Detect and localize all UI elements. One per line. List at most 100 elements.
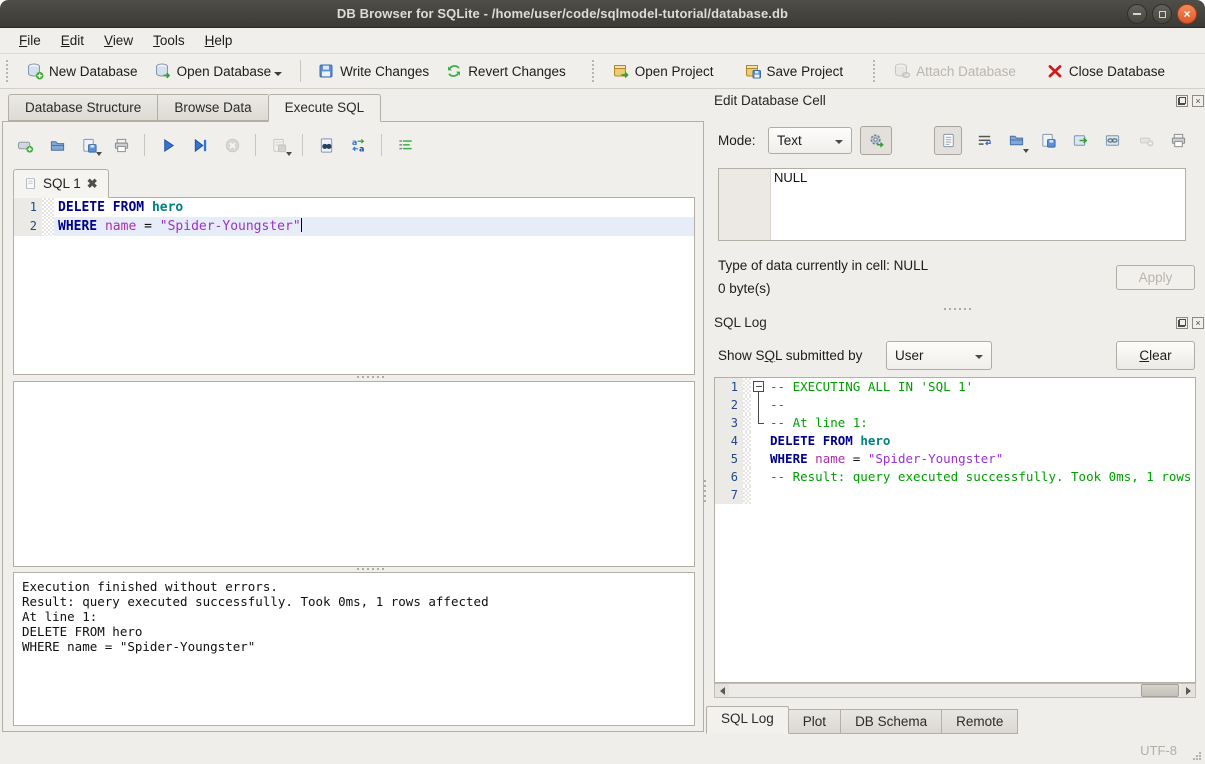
save-sql-file-button[interactable] (75, 132, 103, 158)
open-database-dropdown-caret-icon[interactable] (274, 72, 282, 76)
close-database-icon (1046, 62, 1064, 80)
open-project-button[interactable]: Open Project (604, 58, 722, 84)
scroll-right-button[interactable] (1181, 684, 1195, 697)
tab-plot[interactable]: Plot (789, 709, 841, 734)
code-line[interactable]: 2WHERE name = "Spider-Youngster" (14, 217, 694, 236)
save-results-dropdown-caret-icon[interactable] (286, 152, 292, 156)
set-null-button[interactable] (1132, 126, 1160, 155)
open-database-button[interactable]: Open Database (146, 58, 293, 84)
tab-database-structure[interactable]: Database Structure (8, 94, 157, 121)
code-line[interactable]: 5WHERE name = "Spider-Youngster" (715, 450, 1195, 468)
sql-editor-tab-close-icon[interactable]: ✖ (87, 176, 98, 192)
resize-grip[interactable] (1192, 751, 1202, 761)
maximize-button[interactable] (1152, 4, 1172, 24)
menu-tools[interactable]: Tools (144, 30, 194, 51)
code-line[interactable]: 7 (715, 486, 1195, 504)
title-bar[interactable]: DB Browser for SQLite - /home/user/code/… (0, 0, 1205, 28)
revert-changes-button[interactable]: Revert Changes (437, 58, 574, 84)
fold-marker-icon (751, 414, 766, 432)
sql-editor[interactable]: 1DELETE FROM hero2WHERE name = "Spider-Y… (13, 197, 695, 375)
close-database-label: Close Database (1069, 64, 1165, 79)
main-toolbar: New Database Open Database Write Changes… (0, 54, 1205, 89)
code-line[interactable]: 1DELETE FROM hero (14, 198, 694, 217)
print-cell-button[interactable] (1164, 126, 1192, 155)
scroll-left-button[interactable] (715, 684, 729, 697)
open-in-external-button[interactable] (1066, 126, 1094, 155)
open-sql-file-button[interactable] (43, 132, 71, 158)
import-dropdown-caret-icon[interactable] (1023, 149, 1029, 153)
code-text: WHERE name = "Spider-Youngster" (54, 217, 694, 236)
print-sql-button[interactable] (107, 132, 135, 158)
minimize-button[interactable] (1127, 4, 1147, 24)
import-cell-data-button[interactable] (1002, 126, 1030, 155)
main-vertical-splitter[interactable] (704, 480, 706, 502)
menu-help[interactable]: Help (196, 30, 242, 51)
sql-toolbar: aa (11, 131, 419, 159)
sql-log-close-icon[interactable]: × (1192, 317, 1204, 329)
code-line[interactable]: 6-- Result: query executed successfully.… (715, 468, 1195, 486)
edit-cell-close-icon[interactable]: × (1192, 95, 1204, 107)
fold-marker-icon[interactable] (751, 378, 766, 396)
auto-apply-button[interactable] (860, 126, 892, 155)
results-table-pane[interactable] (13, 381, 695, 567)
cell-editor[interactable]: NULL (718, 168, 1186, 241)
code-line[interactable]: 4DELETE FROM hero (715, 432, 1195, 450)
copy-link-button[interactable] (1098, 126, 1126, 155)
attach-database-button[interactable]: Attach Database (885, 58, 1024, 84)
open-external-icon (1072, 132, 1089, 149)
export-cell-data-button[interactable] (1034, 126, 1062, 155)
clear-log-button[interactable]: Clear (1116, 341, 1195, 370)
close-button[interactable]: × (1177, 4, 1197, 24)
write-changes-button[interactable]: Write Changes (309, 58, 437, 84)
code-line[interactable]: 1-- EXECUTING ALL IN 'SQL 1' (715, 378, 1195, 396)
stop-execution-button[interactable] (218, 132, 246, 158)
tab-db-schema[interactable]: DB Schema (841, 709, 942, 734)
new-tab-icon (17, 137, 34, 154)
find-button[interactable] (312, 132, 340, 158)
close-database-button[interactable]: Close Database (1038, 58, 1173, 84)
editor-margin (743, 414, 751, 432)
dock-splitter[interactable] (940, 308, 974, 312)
toolbar-drag-handle[interactable] (592, 60, 598, 82)
execute-current-line-button[interactable] (186, 132, 214, 158)
menu-edit[interactable]: Edit (52, 30, 93, 51)
tab-browse-data[interactable]: Browse Data (157, 94, 267, 121)
stop-icon (224, 137, 241, 154)
toolbar-drag-handle[interactable] (6, 60, 12, 82)
tab-execute-sql[interactable]: Execute SQL (268, 94, 382, 122)
replace-button[interactable]: aa (344, 132, 372, 158)
svg-text:a: a (351, 138, 356, 147)
save-file-dropdown-caret-icon[interactable] (96, 152, 102, 156)
tab-sql-log[interactable]: SQL Log (706, 706, 789, 734)
code-text: -- EXECUTING ALL IN 'SQL 1' (766, 378, 1195, 396)
toggle-comment-button[interactable] (391, 132, 419, 158)
scrollbar-track[interactable] (729, 684, 1181, 697)
tab-remote[interactable]: Remote (942, 709, 1018, 734)
sql-log-dock-title: SQL Log (714, 315, 767, 330)
scrollbar-thumb[interactable] (1141, 684, 1179, 697)
code-text: -- At line 1: (766, 414, 1195, 432)
sql-log-horizontal-scrollbar[interactable] (714, 683, 1196, 698)
auto-apply-gear-icon (868, 132, 885, 149)
menu-file[interactable]: File (10, 30, 50, 51)
save-project-button[interactable]: Save Project (736, 58, 852, 84)
save-results-button[interactable] (265, 132, 293, 158)
new-database-button[interactable]: New Database (18, 58, 146, 84)
execute-all-button[interactable] (154, 132, 182, 158)
editor-results-splitter[interactable] (353, 376, 387, 380)
code-line[interactable]: 3-- At line 1: (715, 414, 1195, 432)
text-mode-button[interactable] (934, 126, 962, 155)
sql-log-view[interactable]: 1-- EXECUTING ALL IN 'SQL 1'2--3-- At li… (714, 377, 1196, 683)
toolbar-drag-handle[interactable] (873, 60, 879, 82)
word-wrap-button[interactable] (970, 126, 998, 155)
edit-cell-float-icon[interactable] (1176, 95, 1188, 107)
open-database-label: Open Database (177, 64, 272, 79)
mode-combobox[interactable]: Text (768, 127, 852, 154)
open-sql-tab-button[interactable] (11, 132, 39, 158)
sql-editor-tab[interactable]: SQL 1 ✖ (13, 169, 109, 198)
sql-log-float-icon[interactable] (1176, 317, 1188, 329)
sql-log-filter-combobox[interactable]: User (886, 341, 992, 370)
apply-button[interactable]: Apply (1116, 265, 1195, 290)
code-line[interactable]: 2-- (715, 396, 1195, 414)
menu-view[interactable]: View (95, 30, 142, 51)
